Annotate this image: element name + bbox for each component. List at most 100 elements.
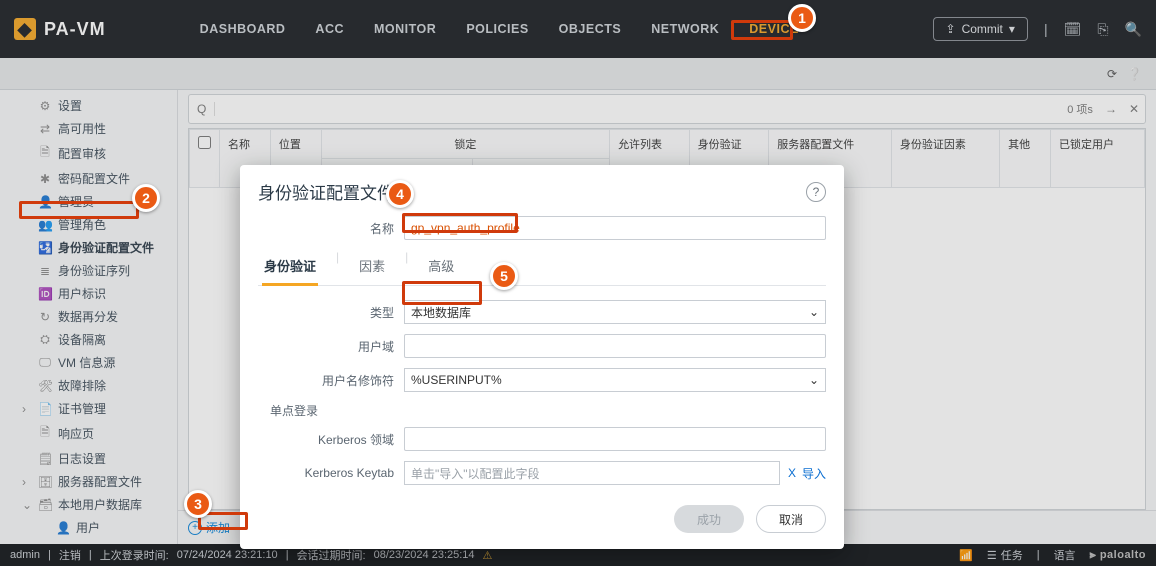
sidebar-item-12[interactable]: 🛠故障排除	[0, 374, 177, 397]
side-icon: ≣	[38, 264, 52, 278]
type-select[interactable]: 本地数据库⌄	[404, 300, 826, 324]
sidebar-item-label: 设置	[58, 97, 82, 114]
side-icon: ⇄	[38, 122, 52, 136]
nav-links: DASHBOARD ACC MONITOR POLICIES OBJECTS N…	[196, 16, 803, 42]
sidebar-item-9[interactable]: ↻ 数据再分发	[0, 305, 177, 328]
session-value: 08/23/2024 23:25:14	[374, 549, 475, 561]
ok-button[interactable]: 成功	[674, 505, 744, 533]
nav-dashboard[interactable]: DASHBOARD	[196, 16, 290, 42]
col-locked[interactable]: 已锁定用户	[1051, 130, 1145, 188]
chevron-down-icon: ▾	[1009, 22, 1015, 36]
export-icon[interactable]: ⎘	[1097, 21, 1108, 38]
sidebar-item-label: 高可用性	[58, 120, 106, 137]
net-icon[interactable]: 📶	[959, 549, 973, 562]
search-input[interactable]	[215, 102, 1061, 116]
nav-policies[interactable]: POLICIES	[462, 16, 532, 42]
logo-icon: ◆	[14, 18, 36, 40]
sidebar-item-13[interactable]: ›📄证书管理	[0, 397, 177, 420]
sidebar-item-8[interactable]: 🆔用户标识	[0, 282, 177, 305]
col-other[interactable]: 其他	[1000, 130, 1051, 188]
cancel-button[interactable]: 取消	[756, 505, 826, 533]
nav-objects[interactable]: OBJECTS	[555, 16, 626, 42]
status-sep1: |	[48, 549, 51, 561]
side-icon: 👤	[56, 521, 70, 535]
name-input[interactable]	[404, 216, 826, 240]
tab-advanced[interactable]: 高级	[426, 250, 456, 285]
result-count: 0 项s	[1061, 101, 1099, 117]
session-label: 会话过期时间:	[297, 547, 366, 563]
sub-bar: ⟳ ❔	[0, 58, 1156, 90]
side-icon: ↻	[38, 310, 52, 324]
sidebar-item-label: 身份验证配置文件	[58, 239, 154, 256]
modifier-select[interactable]: %USERINPUT%⌄	[404, 368, 826, 392]
sidebar-item-18[interactable]: 👤 用户	[0, 516, 177, 539]
sidebar-item-2[interactable]: 🗎配置审核	[0, 140, 177, 167]
commit-button[interactable]: ⇪ Commit ▾	[933, 17, 1028, 41]
side-icon: 🗎	[38, 423, 52, 444]
status-user: admin	[10, 549, 40, 561]
refresh-icon[interactable]: ⟳	[1107, 67, 1117, 81]
search-icon[interactable]: 🔍	[1125, 21, 1142, 38]
sidebar-item-1[interactable]: ⇄ 高可用性	[0, 117, 177, 140]
close-icon[interactable]: ✕	[1123, 102, 1145, 116]
last-login-label: 上次登录时间:	[100, 547, 169, 563]
side-icon: 👥	[38, 218, 52, 232]
download-icon[interactable]: 🗓	[1064, 21, 1082, 38]
type-label: 类型	[258, 304, 404, 321]
add-button[interactable]: +添加	[188, 519, 230, 536]
sidebar-item-6[interactable]: 🛂身份验证配置文件	[0, 236, 177, 259]
brand-text: PA-VM	[44, 19, 106, 40]
modifier-label: 用户名修饰符	[258, 372, 404, 389]
side-icon: 🗒	[38, 452, 52, 466]
search-bar: Q 0 项s → ✕	[188, 94, 1146, 124]
tab-factor[interactable]: 因素	[357, 250, 387, 285]
add-label: 添加	[206, 519, 230, 536]
sidebar-item-14[interactable]: 🗎响应页	[0, 420, 177, 447]
search-icon[interactable]: Q	[189, 102, 215, 116]
next-icon[interactable]: →	[1099, 102, 1123, 116]
commit-icon: ⇪	[946, 22, 956, 36]
select-all-checkbox[interactable]	[198, 136, 211, 149]
sidebar-item-5[interactable]: 👥管理角色	[0, 213, 177, 236]
lang-link[interactable]: 语言	[1054, 547, 1076, 563]
col-factor[interactable]: 身份验证因素	[891, 130, 999, 188]
sidebar-item-19[interactable]: 👥用户组	[0, 539, 177, 544]
sidebar-item-label: 用户	[76, 519, 100, 536]
side-icon: 👤	[38, 195, 52, 209]
help-icon[interactable]: ❔	[1127, 67, 1142, 81]
sidebar-item-label: 用户组	[76, 542, 112, 544]
nav-acc[interactable]: ACC	[311, 16, 348, 42]
sidebar-item-17[interactable]: ⌄🗃本地用户数据库	[0, 493, 177, 516]
sidebar-item-7[interactable]: ≣身份验证序列	[0, 259, 177, 282]
badge-1: 1	[788, 4, 816, 32]
nav-right: ⇪ Commit ▾ | 🗓 ⎘ 🔍	[933, 17, 1143, 41]
sidebar-item-label: 服务器配置文件	[58, 473, 142, 490]
tab-auth[interactable]: 身份验证	[262, 250, 318, 286]
tasks-link[interactable]: ☰任务	[987, 547, 1023, 563]
sidebar-item-10[interactable]: ⛭设备隔离	[0, 328, 177, 351]
sidebar-item-0[interactable]: ⚙设置	[0, 94, 177, 117]
domain-input[interactable]	[404, 334, 826, 358]
sidebar[interactable]: ⚙设置⇄高可用性🗎配置审核✱密码配置文件👤管理员👥管理角色🛂身份验证配置文件≣身…	[0, 90, 178, 544]
side-icon: 🗎	[38, 143, 52, 164]
krb-realm-input[interactable]	[404, 427, 826, 451]
dialog-title: 身份验证配置文件	[258, 179, 394, 204]
sidebar-item-label: 故障排除	[58, 377, 106, 394]
paloalto-logo: ⫸ paloalto	[1090, 549, 1146, 562]
sidebar-item-label: 数据再分发	[58, 308, 118, 325]
logout-link[interactable]: 注销	[59, 547, 81, 563]
sidebar-item-16[interactable]: ›🗄服务器配置文件	[0, 470, 177, 493]
dialog-help-icon[interactable]: ?	[806, 182, 826, 202]
sidebar-item-label: 本地用户数据库	[58, 496, 142, 513]
sidebar-item-label: 日志设置	[58, 450, 106, 467]
sidebar-item-15[interactable]: 🗒 日志设置	[0, 447, 177, 470]
krb-keytab-field[interactable]: 单击"导入"以配置此字段	[404, 461, 780, 485]
nav-monitor[interactable]: MONITOR	[370, 16, 440, 42]
nav-network[interactable]: NETWORK	[647, 16, 723, 42]
krb-keytab-placeholder: 单击"导入"以配置此字段	[411, 465, 540, 482]
side-icon: 🖵	[38, 355, 52, 370]
sidebar-item-11[interactable]: 🖵VM 信息源	[0, 351, 177, 374]
auth-profile-dialog: 身份验证配置文件 ? 名称 身份验证 | 因素 | 高级 类型 本地数据库⌄ 用…	[240, 165, 844, 549]
sidebar-item-label: 证书管理	[58, 400, 106, 417]
import-link[interactable]: X导入	[788, 465, 826, 482]
